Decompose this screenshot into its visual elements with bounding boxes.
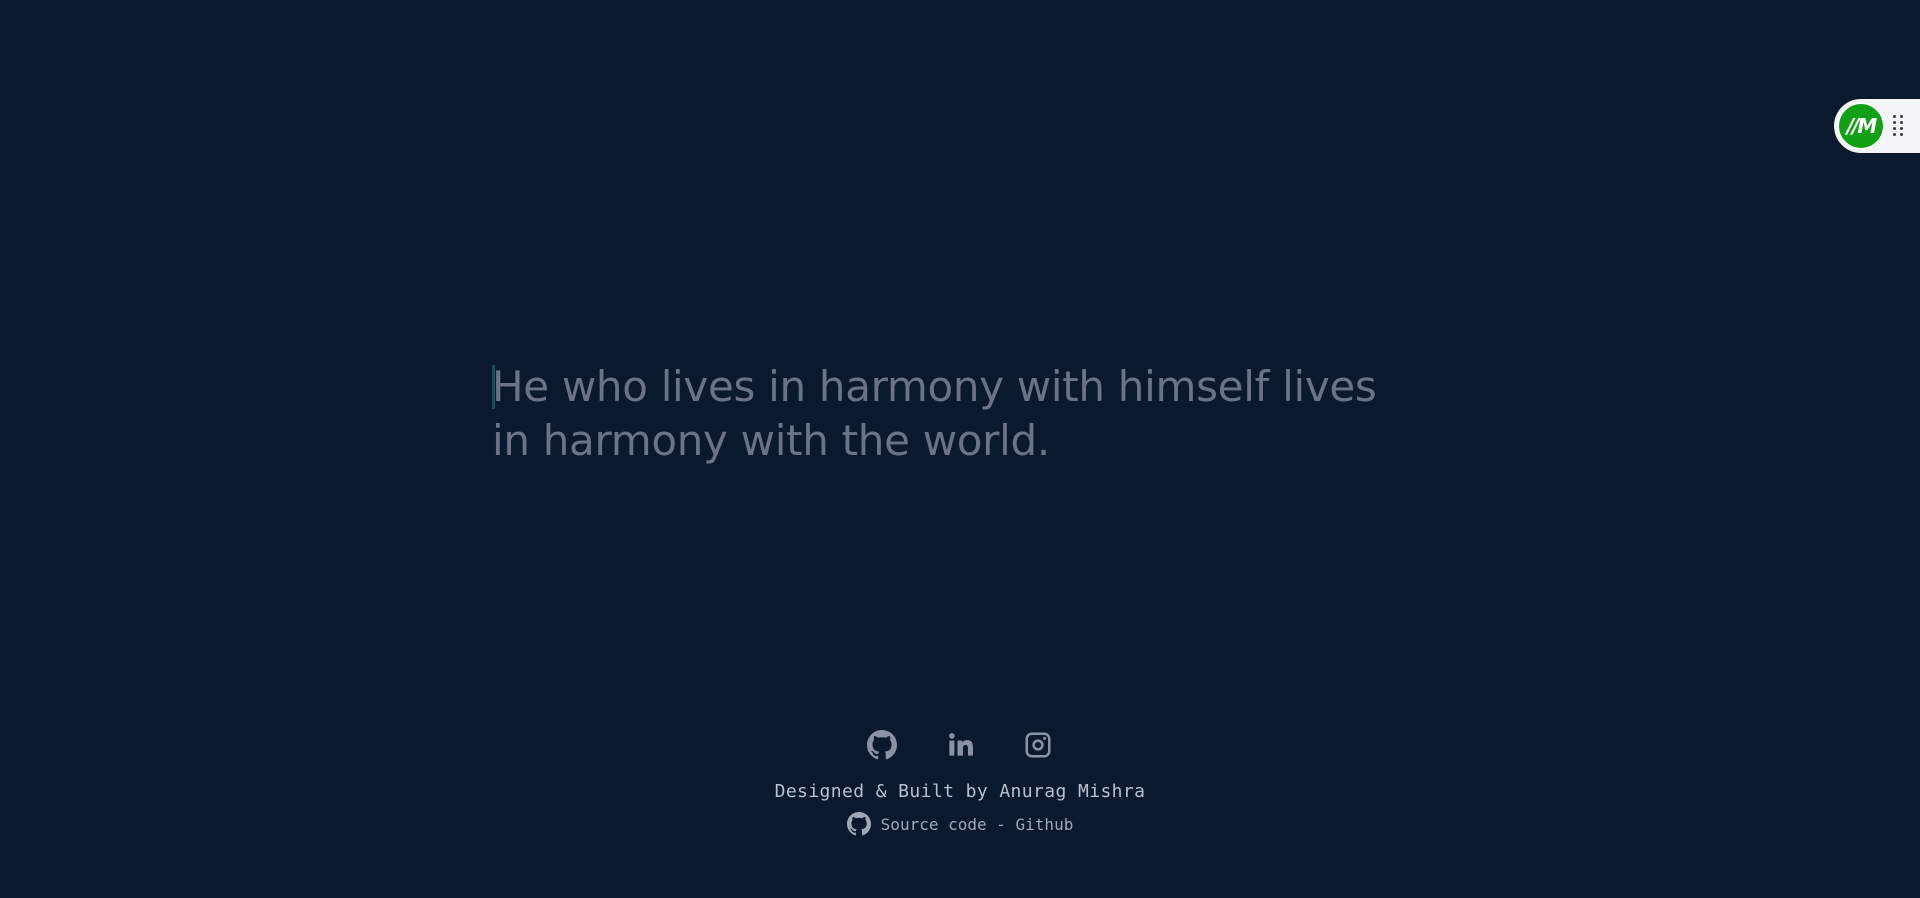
credit-text: Designed & Built by Anurag Mishra <box>774 781 1146 802</box>
instagram-link[interactable] <box>1023 730 1053 760</box>
github-icon <box>846 812 871 836</box>
drag-handle-icon[interactable] <box>1893 111 1905 141</box>
extension-logo-text: //M <box>1846 114 1877 138</box>
github-icon <box>867 730 897 760</box>
page: He who lives in harmony with himself liv… <box>0 0 1920 898</box>
extension-widget[interactable]: //M <box>1834 99 1920 153</box>
quote-section: He who lives in harmony with himself liv… <box>492 360 1412 468</box>
source-code-label: Source code - Github <box>880 814 1074 834</box>
footer: Designed & Built by Anurag Mishra Source… <box>0 725 1920 840</box>
text-caret <box>492 365 495 409</box>
github-link[interactable] <box>867 730 897 760</box>
source-code-link[interactable]: Source code - Github <box>846 812 1074 836</box>
quote-text: He who lives in harmony with himself liv… <box>492 362 1377 465</box>
instagram-icon <box>1025 732 1051 758</box>
social-links <box>0 725 1920 765</box>
linkedin-icon <box>949 733 973 756</box>
linkedin-link[interactable] <box>945 730 975 760</box>
extension-logo-icon[interactable]: //M <box>1837 102 1885 150</box>
typed-quote: He who lives in harmony with himself liv… <box>492 360 1412 468</box>
